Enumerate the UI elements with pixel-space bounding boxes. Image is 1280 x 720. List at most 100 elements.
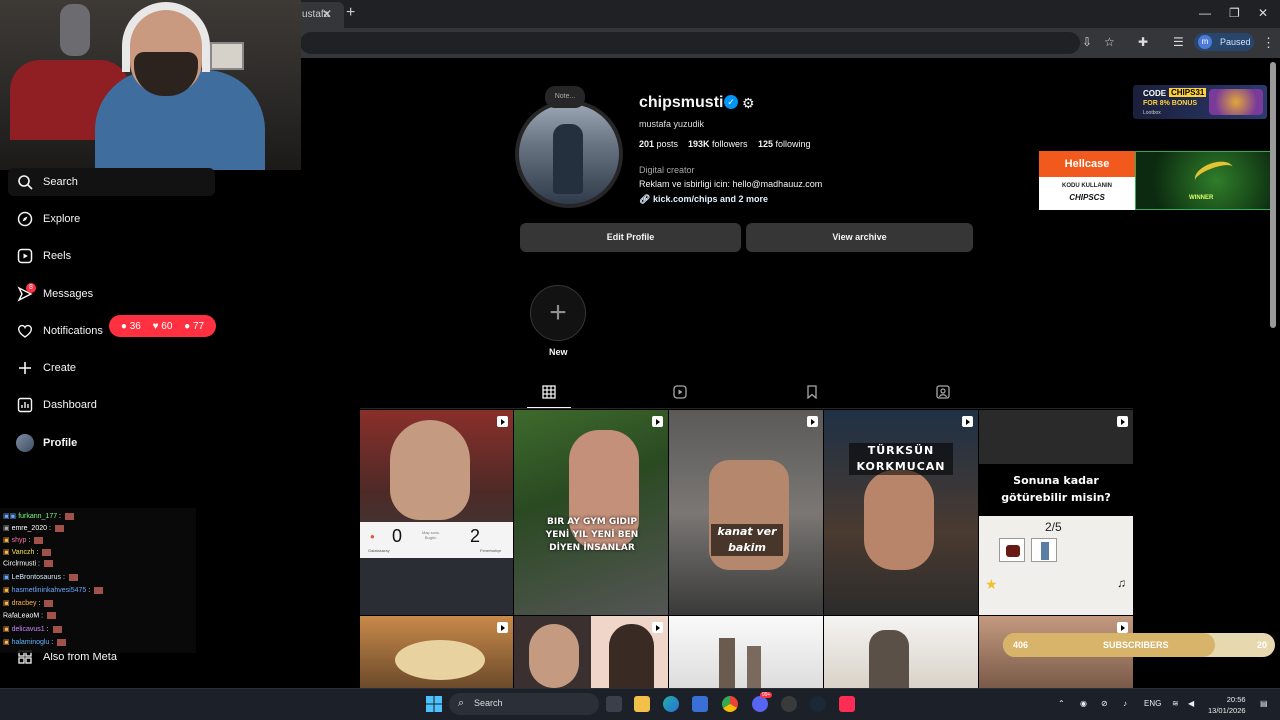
reel-icon: [652, 622, 663, 633]
tray-discord-icon[interactable]: ◉: [1080, 699, 1087, 708]
ad-brand: Lootbox: [1143, 110, 1161, 116]
close-tab-icon[interactable]: ✕: [322, 7, 332, 21]
task-view-icon[interactable]: [606, 696, 622, 712]
likes-count: ♥ 60: [152, 320, 173, 332]
post-thumbnail[interactable]: [824, 616, 978, 688]
menu-icon[interactable]: ⋮: [1262, 35, 1275, 51]
windows-start-icon[interactable]: [426, 696, 442, 717]
taskbar-clock[interactable]: 20:56 13/01/2026: [1208, 694, 1246, 716]
tab-saved[interactable]: [804, 384, 820, 402]
post-thumbnail[interactable]: [669, 616, 823, 688]
chat-line: ▣ emre_2020 :: [3, 524, 64, 532]
sidebar-item-explore[interactable]: Explore: [16, 207, 80, 231]
bookmark-star-icon[interactable]: ☆: [1104, 35, 1115, 49]
install-app-icon[interactable]: ⇩: [1082, 35, 1092, 49]
sidebar-item-profile[interactable]: Profile: [16, 431, 77, 455]
webcam-overlay: [0, 0, 301, 170]
tab-reels[interactable]: [672, 384, 688, 402]
profile-avatar: m: [1198, 35, 1212, 49]
notification-center-icon[interactable]: ▤: [1260, 699, 1268, 708]
sidebar-item-label: Explore: [43, 213, 81, 225]
extensions-icon[interactable]: ✚: [1138, 35, 1148, 49]
search-icon: ⌕: [458, 697, 465, 709]
tiktok-icon[interactable]: [839, 696, 855, 712]
chat-user: RafaLeaoM: [3, 612, 40, 620]
reel-icon: [652, 416, 663, 427]
store-icon[interactable]: [692, 696, 708, 712]
grid-icon: [542, 384, 556, 404]
chat-user: LeBrontosaurus: [11, 574, 61, 581]
followers-count[interactable]: 193K followers: [688, 139, 748, 149]
taskbar-search[interactable]: Search: [449, 693, 599, 715]
edge-icon[interactable]: [663, 696, 679, 712]
edit-profile-button[interactable]: Edit Profile: [520, 223, 741, 252]
reading-list-icon[interactable]: ☰: [1173, 35, 1184, 49]
notifications-pill[interactable]: ● 36 ♥ 60 ● 77: [109, 315, 216, 337]
sidebar-item-label: Messages: [43, 288, 94, 300]
post-thumbnail[interactable]: TÜRKSÜN KORKMUCAN: [824, 410, 978, 615]
chat-user: furkann_177: [18, 513, 58, 520]
profile-photo-person: [553, 124, 583, 194]
wifi-icon[interactable]: ≋: [1172, 699, 1179, 708]
tray-mic-icon[interactable]: ♪: [1123, 699, 1127, 708]
page-scrollbar[interactable]: [1270, 62, 1276, 328]
music-note-icon: ♫: [1117, 576, 1126, 590]
post-thumbnail[interactable]: kanat ver bakim: [669, 410, 823, 615]
sidebar-item-label: Search: [43, 176, 78, 188]
quiz-progress: 2/5: [1045, 520, 1062, 534]
browser-tab[interactable]: ustafa: [296, 2, 344, 28]
tab-posts[interactable]: [541, 384, 557, 404]
profile-picture[interactable]: [515, 100, 623, 208]
post-thumbnail[interactable]: ● 0 2 Galatasaray Fenerbahçe Maç sonu Bu…: [360, 410, 513, 615]
maximize-icon[interactable]: ❐: [1229, 6, 1240, 20]
following-count[interactable]: 125 following: [758, 139, 811, 149]
chat-user: emre_2020: [11, 525, 47, 532]
profile-username: chipsmusti: [639, 94, 724, 111]
note-bubble[interactable]: Note...: [545, 86, 585, 108]
post-person: [719, 638, 735, 688]
post-person: [864, 470, 934, 570]
sidebar-item-reels[interactable]: Reels: [16, 244, 71, 268]
close-window-icon[interactable]: ✕: [1258, 6, 1268, 20]
ad-treasure-image: [1209, 89, 1263, 115]
discord-badge: 99+: [760, 692, 773, 698]
post-thumbnail[interactable]: [514, 616, 668, 688]
tab-tagged[interactable]: [935, 384, 951, 402]
address-bar[interactable]: [300, 32, 1080, 54]
post-thumbnail[interactable]: BIR AY GYM GIDIP YENİ YIL YENİ BEN DİYEN…: [514, 410, 668, 615]
reel-icon: [1117, 622, 1128, 633]
sidebar-item-search[interactable]: Search: [16, 170, 78, 194]
subscriber-goal: 20: [1256, 640, 1267, 650]
new-highlight-button[interactable]: +: [530, 285, 586, 341]
chrome-icon[interactable]: [722, 696, 738, 712]
obs-icon[interactable]: [781, 696, 797, 712]
tray-mute-icon[interactable]: ⊘: [1101, 699, 1108, 708]
volume-icon[interactable]: ◀: [1188, 699, 1194, 708]
minimize-icon[interactable]: —: [1199, 6, 1211, 20]
post-food: [395, 640, 485, 680]
new-tab-icon[interactable]: +: [346, 4, 355, 22]
hellcase-ad-banner[interactable]: Hellcase KODU KULLANIN CHIPSCS WINNER: [1039, 151, 1271, 210]
sidebar-item-create[interactable]: Create: [16, 356, 76, 380]
post-thumbnail[interactable]: Sonuna kadar götürebilir misin? 2/5 ★ ♫: [979, 410, 1133, 615]
match-status: Maç sonu Bugün: [422, 530, 440, 540]
file-explorer-icon[interactable]: [634, 696, 650, 712]
tray-overflow-icon[interactable]: ⌃: [1058, 699, 1065, 708]
subscriber-goal-bar: 406 SUBSCRIBERS 20: [1003, 633, 1275, 657]
chat-line: ▣ shyp :: [3, 536, 44, 544]
messages-badge: 8: [26, 283, 36, 293]
profile-bio: Reklam ve isbirligi icin: hello@madhauuz…: [639, 179, 823, 189]
language-indicator[interactable]: ENG: [1144, 699, 1161, 708]
tabs-divider: [360, 408, 1133, 409]
view-archive-button[interactable]: View archive: [746, 223, 973, 252]
sidebar-item-notifications[interactable]: Notifications: [16, 319, 103, 343]
sidebar-item-label: Notifications: [43, 325, 103, 337]
settings-gear-icon[interactable]: ⚙: [742, 95, 755, 112]
lootbox-ad-banner[interactable]: CODE CHIPS31 FOR 8% BONUS Lootbox: [1133, 85, 1267, 119]
post-thumbnail[interactable]: [360, 616, 513, 688]
sidebar-item-dashboard[interactable]: Dashboard: [16, 393, 97, 417]
discord-icon[interactable]: [752, 696, 768, 712]
chart-icon: [16, 396, 34, 414]
profile-link[interactable]: 🔗︎ kick.com/chips and 2 more: [639, 194, 768, 205]
steam-icon[interactable]: [810, 696, 826, 712]
